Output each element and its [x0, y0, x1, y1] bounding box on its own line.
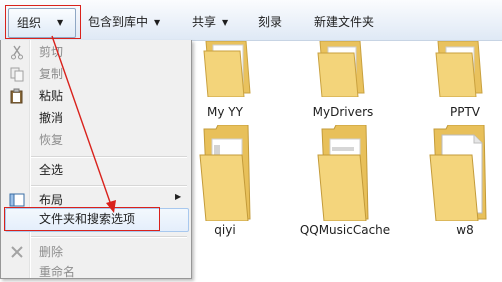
menu-item-select-all[interactable]: 全选: [39, 160, 63, 180]
menu-item-redo[interactable]: 恢复: [39, 130, 63, 150]
delete-icon: [9, 244, 25, 260]
include-in-library-button[interactable]: 包含到库中 ▼: [88, 13, 160, 31]
folder-icon[interactable]: [196, 124, 252, 222]
folder-icon[interactable]: [432, 40, 488, 107]
menu-gutter: [29, 40, 31, 278]
folder-label: PPTV: [449, 105, 480, 119]
folder-label: MyDrivers: [312, 105, 374, 119]
menu-separator: [31, 185, 187, 187]
burn-button[interactable]: 刻录: [258, 13, 282, 31]
menu-separator: [31, 156, 187, 158]
chevron-down-icon: ▼: [222, 18, 229, 27]
annotation-box: [5, 5, 81, 39]
folder-label: QQMusicCache: [299, 223, 391, 237]
submenu-arrow-icon: ▶: [175, 192, 182, 201]
folder-label: w8: [456, 223, 474, 237]
menu-item-cut[interactable]: 剪切: [39, 42, 63, 62]
new-folder-label: 新建文件夹: [314, 15, 375, 29]
new-folder-button[interactable]: 新建文件夹: [314, 13, 374, 31]
scissors-icon: [9, 44, 25, 60]
menu-item-delete[interactable]: 删除: [39, 242, 63, 262]
include-in-library-label: 包含到库中: [88, 15, 149, 29]
layout-icon: [9, 192, 25, 208]
burn-label: 刻录: [258, 15, 283, 29]
share-label: 共享: [192, 15, 217, 29]
paste-icon: [9, 88, 25, 104]
folder-icon[interactable]: [314, 40, 370, 107]
menu-separator: [31, 236, 187, 238]
chevron-down-icon: ▼: [154, 18, 161, 27]
organize-menu: 剪切 复制 粘贴 撤消 恢复 全选 布局 ▶ 文件夹和搜索选项 删除 重命名: [0, 40, 192, 279]
menu-item-paste[interactable]: 粘贴: [39, 86, 63, 106]
annotation-box: [4, 207, 160, 231]
folder-icon[interactable]: [200, 40, 256, 107]
share-button[interactable]: 共享 ▼: [192, 13, 228, 31]
menu-item-copy[interactable]: 复制: [39, 64, 63, 84]
copy-icon: [9, 66, 25, 82]
folder-icon[interactable]: [314, 124, 370, 222]
folder-icon[interactable]: [428, 124, 487, 222]
menu-item-undo[interactable]: 撤消: [39, 108, 63, 128]
menu-item-rename[interactable]: 重命名: [39, 262, 75, 282]
